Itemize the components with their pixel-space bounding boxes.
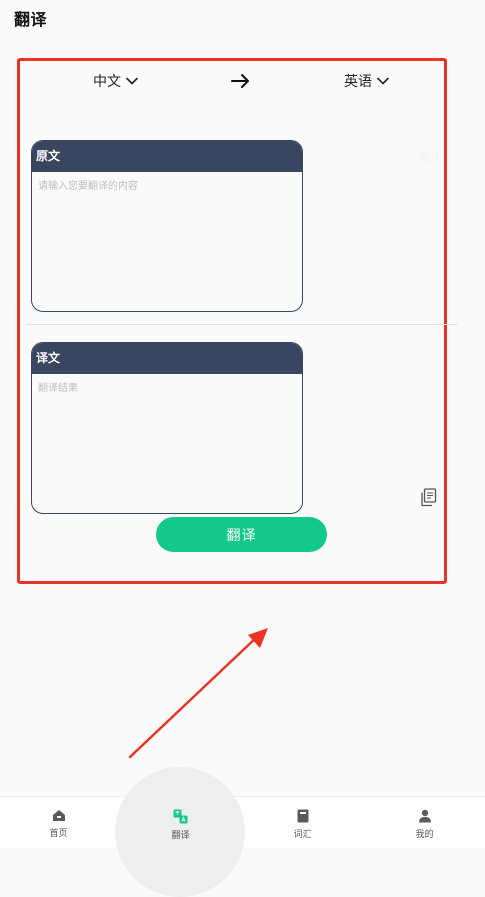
faint-translate-label: 翻译 xyxy=(420,153,440,164)
section-divider xyxy=(26,324,457,325)
arrow-right-icon[interactable] xyxy=(231,72,251,90)
home-icon xyxy=(52,809,66,822)
result-placeholder: 翻译结果 xyxy=(38,383,78,394)
source-language-label: 中文 xyxy=(93,74,121,90)
target-language-label: 英语 xyxy=(344,74,372,90)
chevron-down-icon xyxy=(377,77,389,85)
tab-vocabulary-label: 词汇 xyxy=(293,830,312,840)
copy-icon[interactable] xyxy=(420,488,437,507)
tab-mine[interactable]: 我的 xyxy=(364,797,485,849)
tab-home[interactable]: 首页 xyxy=(0,797,119,849)
result-card-label: 译文 xyxy=(32,343,302,374)
tab-home-label: 首页 xyxy=(49,829,68,839)
tab-translate[interactable]: 翻译 xyxy=(120,797,241,849)
source-language-select[interactable]: 中文 xyxy=(93,70,138,92)
book-icon xyxy=(297,809,309,823)
source-card-label: 原文 xyxy=(32,141,302,172)
tab-translate-label: 翻译 xyxy=(171,831,190,841)
source-text-input[interactable] xyxy=(32,172,302,310)
result-text-card: 译文 翻译结果 xyxy=(31,342,303,514)
chevron-down-icon xyxy=(126,77,138,85)
translate-button[interactable]: 翻译 xyxy=(156,517,327,552)
bottom-tab-bar: 首页 翻译 词汇 我的 xyxy=(0,767,485,897)
target-language-select[interactable]: 英语 xyxy=(344,70,389,92)
language-bar: 中文 英语 xyxy=(0,70,485,94)
translate-icon xyxy=(173,809,188,824)
tab-mine-label: 我的 xyxy=(415,830,434,840)
user-icon xyxy=(418,809,432,823)
source-text-card: 原文 xyxy=(31,140,303,312)
tab-vocabulary[interactable]: 词汇 xyxy=(242,797,363,849)
page-title: 翻译 xyxy=(14,10,48,29)
